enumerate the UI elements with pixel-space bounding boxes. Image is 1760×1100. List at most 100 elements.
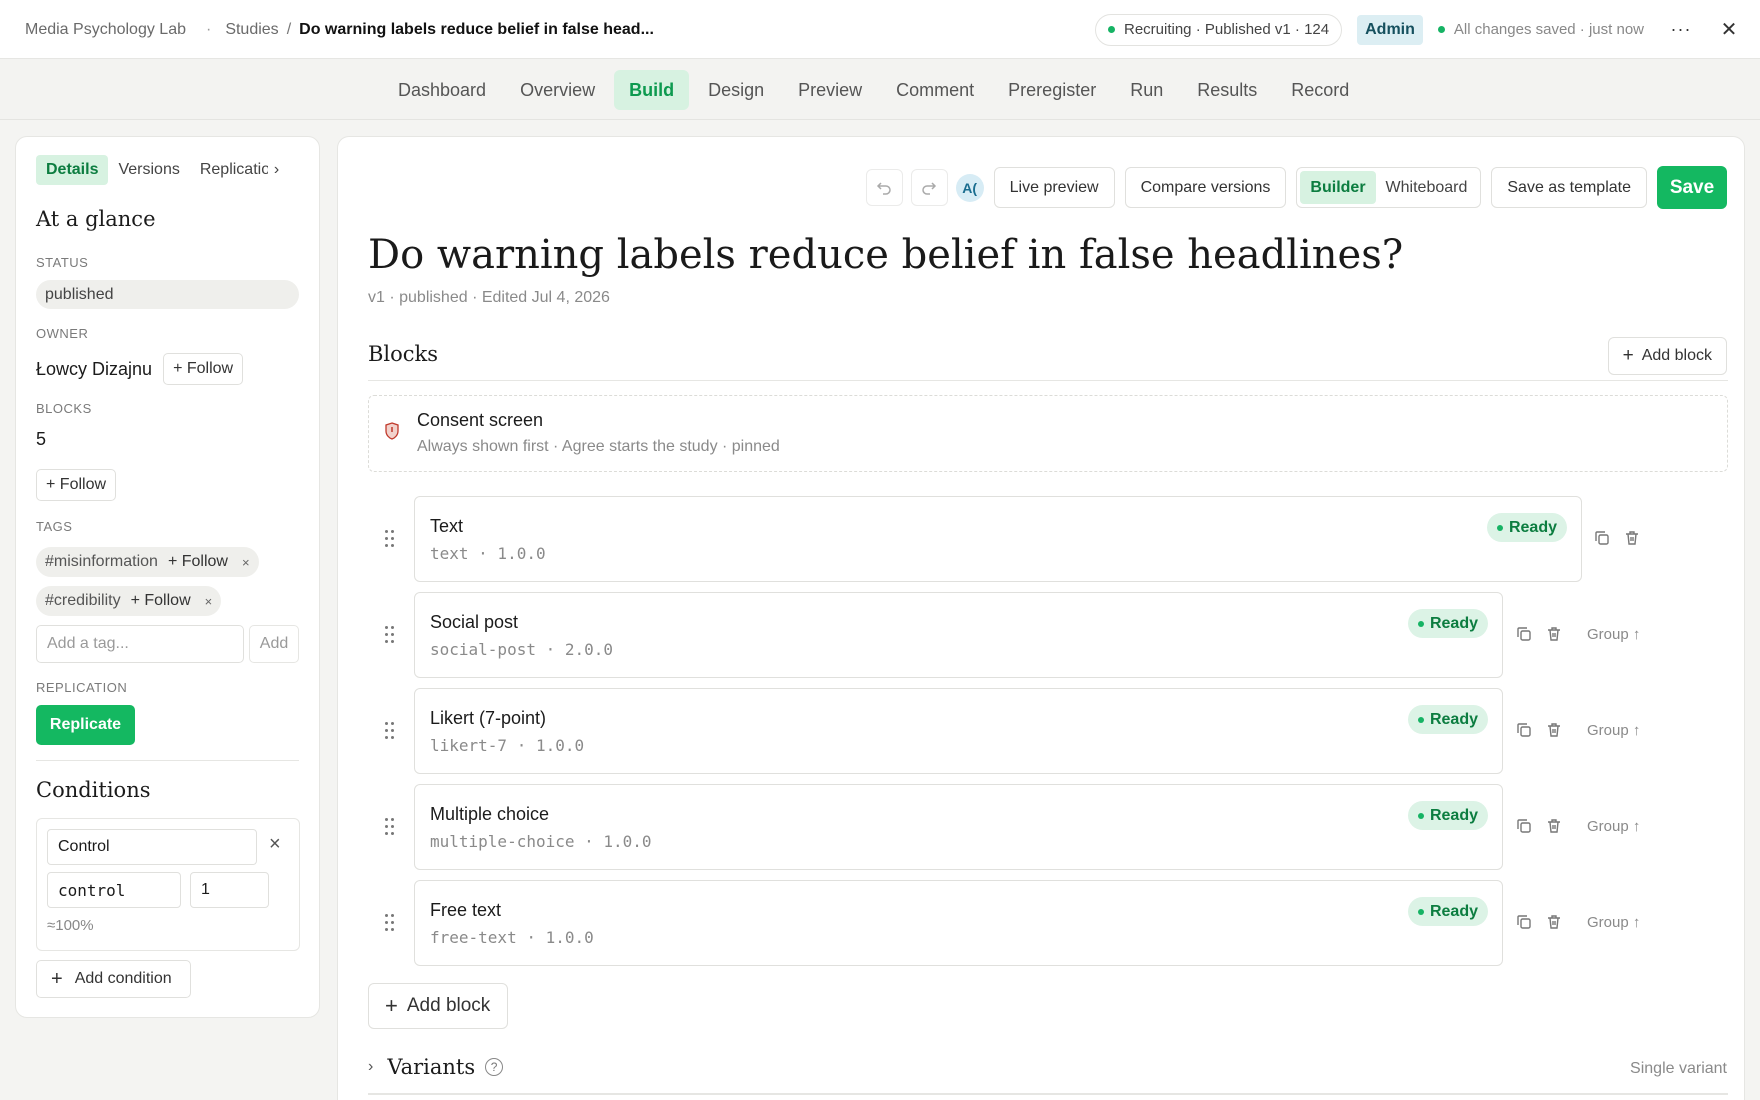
status-badge: Ready [1407,705,1488,734]
status-label: STATUS [36,255,89,270]
tag-chip[interactable]: #misinformation + Follow × [36,547,259,577]
close-icon[interactable]: ✕ [1718,17,1740,42]
block-card[interactable]: Likert (7-point) likert-7 · 1.0.0 Ready [414,688,1503,774]
drag-handle-icon[interactable] [385,914,395,932]
consent-subtitle: Always shown first · Agree starts the st… [417,438,780,455]
tab-overview[interactable]: Overview [505,70,610,110]
tab-design[interactable]: Design [693,70,779,110]
consent-title: Consent screen [417,410,544,430]
sidebar-tab-details[interactable]: Details [36,155,109,185]
save-status: All changes saved · just now [1437,21,1644,38]
follow-blocks-button[interactable]: + Follow [36,469,117,501]
remove-tag-icon[interactable]: × [205,594,213,609]
remove-tag-icon[interactable]: × [242,555,250,570]
live-preview-button[interactable]: Live preview [993,167,1115,208]
owner-label: OWNER [36,326,89,341]
add-condition-button[interactable]: + Add condition [36,960,191,998]
status-text: Ready [1429,806,1478,824]
drag-handle-icon[interactable] [385,818,395,836]
tag-name: #credibility [45,592,121,609]
consent-block[interactable]: Consent screen Always shown first · Agre… [368,395,1728,472]
condition-weight-field[interactable]: 1 [190,872,269,908]
group-button[interactable]: Group ↑ [1587,818,1640,835]
status-badge: Ready [1407,801,1488,830]
more-options-icon[interactable]: ··· [1670,19,1692,40]
group-button[interactable]: Group ↑ [1587,722,1640,739]
group-button[interactable]: Group ↑ [1587,626,1640,643]
sidebar-tab-replications[interactable]: Replications [190,155,268,185]
tab-dashboard[interactable]: Dashboard [383,70,501,110]
breadcrumb-org[interactable]: Media Psychology Lab [25,21,186,39]
add-block-button-top[interactable]: + Add block [1607,337,1727,375]
tag-input[interactable]: Add a tag... [36,625,244,663]
sidebar-tab-versions[interactable]: Versions [108,155,189,185]
tab-comment[interactable]: Comment [881,70,989,110]
duplicate-icon[interactable] [1515,817,1533,835]
tab-results[interactable]: Results [1182,70,1272,110]
whiteboard-mode-button[interactable]: Whiteboard [1376,171,1478,204]
tab-preview[interactable]: Preview [783,70,877,110]
group-button[interactable]: Group ↑ [1587,914,1640,931]
chevron-right-icon[interactable]: › [274,161,279,179]
block-type: likert-7 · 1.0.0 [430,736,585,755]
tab-preregister[interactable]: Preregister [993,70,1111,110]
block-card[interactable]: Social post social-post · 2.0.0 Ready [414,592,1503,678]
breadcrumb-studies[interactable]: Studies [225,21,278,39]
recruiting-status-pill[interactable]: Recruiting · Published v1 · 124 [1095,13,1343,46]
status-dot-icon [1108,26,1115,33]
redo-icon[interactable] [910,169,948,206]
drag-handle-icon[interactable] [385,722,395,740]
avatar[interactable]: A( [955,173,984,202]
plus-icon: + [51,967,63,990]
condition-key-field[interactable]: control [47,872,181,908]
add-block-button[interactable]: + Add block [368,983,508,1029]
save-as-template-button[interactable]: Save as template [1491,167,1647,208]
remove-condition-icon[interactable]: × [269,833,281,856]
block-title: Multiple choice [430,804,550,824]
tab-build[interactable]: Build [614,70,690,110]
condition-name-field[interactable]: Control [47,829,257,865]
block-card[interactable]: Multiple choice multiple-choice · 1.0.0 … [414,784,1503,870]
list-item: Free text free-text · 1.0.0 Ready Group … [368,880,1748,966]
drag-handle-icon[interactable] [385,530,395,548]
add-tag-button[interactable]: Add [249,625,299,663]
block-card[interactable]: Text text · 1.0.0 Ready [414,496,1582,582]
follow-tag-button[interactable]: + Follow [131,592,191,610]
list-item: Text text · 1.0.0 Ready [368,496,1748,582]
status-dot-icon [1417,716,1424,723]
tag-chip[interactable]: #credibility + Follow × [36,586,222,616]
duplicate-icon[interactable] [1515,625,1533,643]
tab-run[interactable]: Run [1115,70,1178,110]
duplicate-icon[interactable] [1515,721,1533,739]
trash-icon[interactable] [1545,721,1563,739]
help-icon[interactable]: ? [485,1058,504,1076]
status-text: Ready [1508,518,1557,536]
replication-label: REPLICATION [36,680,128,695]
duplicate-icon[interactable] [1593,529,1611,547]
save-button[interactable]: Save [1657,166,1727,209]
tab-record[interactable]: Record [1276,70,1364,110]
undo-icon[interactable] [865,169,903,206]
replicate-button[interactable]: Replicate [36,705,135,745]
list-item: Multiple choice multiple-choice · 1.0.0 … [368,784,1748,870]
condition-card: Control × control 1 ≈100% [36,818,300,951]
trash-icon[interactable] [1545,817,1563,835]
follow-owner-button[interactable]: + Follow [163,353,244,385]
block-card[interactable]: Free text free-text · 1.0.0 Ready [414,880,1503,966]
add-block-label: Add block [1641,347,1712,364]
duplicate-icon[interactable] [1515,913,1533,931]
trash-icon[interactable] [1623,529,1641,547]
follow-tag-button[interactable]: + Follow [168,553,228,571]
block-title: Text [430,516,464,536]
builder-mode-button[interactable]: Builder [1300,171,1376,204]
compare-versions-button[interactable]: Compare versions [1124,167,1287,208]
trash-icon[interactable] [1545,913,1563,931]
trash-icon[interactable] [1545,625,1563,643]
variants-toggle[interactable]: › Variants ? [368,1055,504,1079]
block-title: Free text [430,900,502,920]
block-type: social-post · 2.0.0 [430,640,614,659]
tags-label: TAGS [36,519,73,534]
block-type: multiple-choice · 1.0.0 [430,832,652,851]
page-title: Do warning labels reduce belief in false… [368,232,1404,278]
drag-handle-icon[interactable] [385,626,395,644]
